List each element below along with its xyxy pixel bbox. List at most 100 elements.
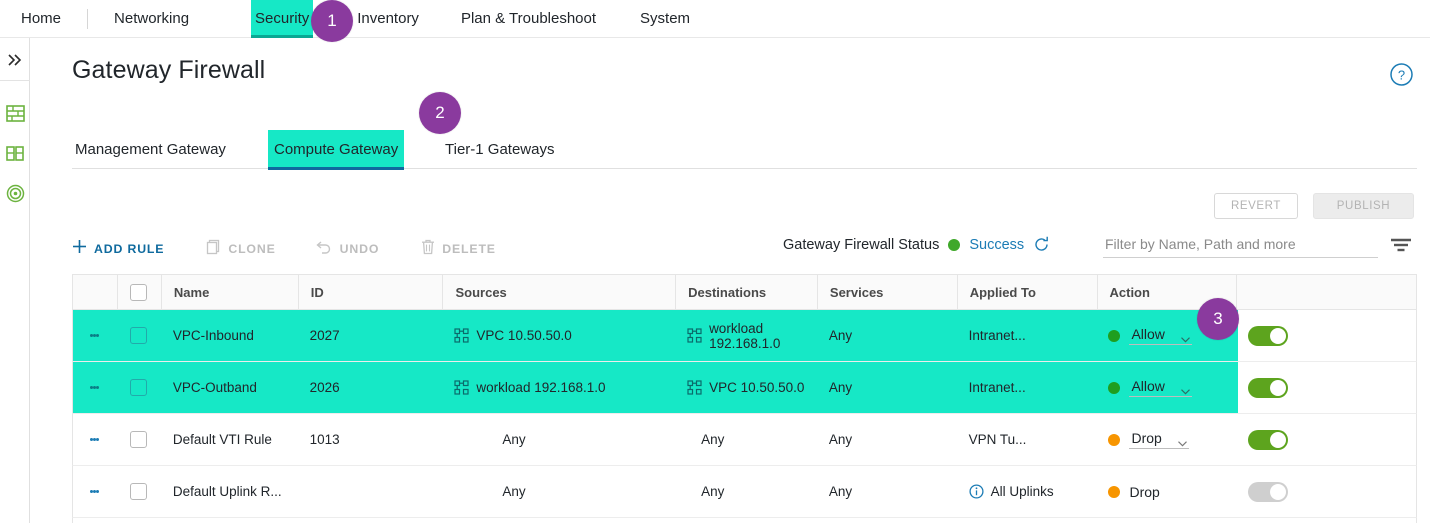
nav-item-home[interactable]: Home xyxy=(21,0,61,38)
publish-button[interactable]: PUBLISH xyxy=(1313,193,1414,219)
action-dot xyxy=(1108,381,1121,394)
nav-divider xyxy=(87,8,89,29)
rule-enable-toggle[interactable] xyxy=(1248,377,1289,398)
tab-compute-gateway[interactable]: Compute Gateway xyxy=(268,130,405,170)
top-navigation-bar: Home Networking Security Inventory Plan … xyxy=(0,0,1430,38)
header-sources[interactable]: Sources xyxy=(442,274,675,310)
firewall-icon[interactable] xyxy=(0,100,30,126)
cell-id xyxy=(298,466,443,518)
tab-management-gateway[interactable]: Management Gateway xyxy=(72,130,229,169)
left-icon-rail xyxy=(0,38,30,523)
cell-action: Drop xyxy=(1096,414,1236,466)
cell-destinations-label: workload 192.168.1.0 xyxy=(709,320,781,351)
tab-tier1-gateways[interactable]: Tier-1 Gateways xyxy=(442,130,557,169)
nav-item-label: Inventory xyxy=(357,10,419,27)
nav-item-security[interactable]: Security xyxy=(251,0,314,38)
status-value: Success xyxy=(969,236,1025,253)
cell-destinations: workload 192.168.1.0 xyxy=(675,310,817,362)
target-icon[interactable] xyxy=(0,180,30,206)
refresh-icon[interactable] xyxy=(1033,236,1050,253)
undo-arrow-icon xyxy=(316,239,333,259)
select-all-checkbox[interactable] xyxy=(129,283,147,301)
cell-name: Default VTI Rule xyxy=(172,432,272,447)
group-icon xyxy=(687,328,702,343)
clone-button[interactable]: CLONE xyxy=(206,239,275,260)
rule-enable-toggle[interactable] xyxy=(1248,325,1289,346)
help-circle-icon[interactable]: ? xyxy=(1389,62,1414,87)
row-checkbox[interactable] xyxy=(130,483,148,500)
add-rule-button[interactable]: ADD RULE xyxy=(72,239,164,259)
row-select-cell[interactable] xyxy=(117,310,161,362)
cell-services: Any xyxy=(828,432,853,447)
cell-sources-label: workload 192.168.1.0 xyxy=(476,380,606,395)
cell-sources: Any xyxy=(442,414,675,466)
cell-services: Any xyxy=(828,328,853,343)
nav-item-plan-troubleshoot[interactable]: Plan & Troubleshoot xyxy=(461,0,596,38)
cell-enable-toggle xyxy=(1236,310,1416,362)
nav-item-inventory[interactable]: Inventory xyxy=(357,0,419,38)
row-menu-icon[interactable] xyxy=(73,414,117,466)
status-dot xyxy=(948,238,961,251)
cell-action: Drop xyxy=(1096,466,1236,518)
header-toggle-spacer xyxy=(1236,274,1416,310)
nav-item-networking[interactable]: Networking xyxy=(114,0,189,38)
revert-label: REVERT xyxy=(1230,200,1282,212)
row-checkbox[interactable] xyxy=(130,327,148,344)
header-name[interactable]: Name xyxy=(160,274,298,310)
cell-sources: VPC 10.50.50.0 xyxy=(442,310,675,362)
header-id[interactable]: ID xyxy=(297,274,443,310)
callout-badge-3: 3 xyxy=(1197,298,1239,340)
cell-name: VPC-Inbound xyxy=(172,328,254,343)
cell-services: Any xyxy=(828,484,853,499)
rule-enable-toggle[interactable] xyxy=(1248,481,1289,502)
rule-enable-toggle[interactable] xyxy=(1248,429,1289,450)
nav-item-system[interactable]: System xyxy=(640,0,690,38)
cell-destinations: Any xyxy=(675,466,817,518)
header-destinations[interactable]: Destinations xyxy=(675,274,817,310)
row-menu-icon[interactable] xyxy=(73,310,117,362)
filter-field[interactable] xyxy=(1103,232,1378,258)
cell-action: Allow xyxy=(1096,362,1236,414)
action-dropdown[interactable]: Allow xyxy=(1129,378,1192,397)
chevron-down-icon xyxy=(1181,383,1190,395)
action-dropdown[interactable]: Drop xyxy=(1129,430,1189,449)
row-select-cell[interactable] xyxy=(117,362,161,414)
table-row[interactable]: Default Uplink R... Any Any Any All Upli… xyxy=(72,466,1417,518)
rail-divider xyxy=(0,80,30,81)
publish-label: PUBLISH xyxy=(1336,200,1391,212)
chevron-down-icon xyxy=(1177,435,1187,447)
row-menu-icon[interactable] xyxy=(73,362,117,414)
undo-button[interactable]: UNDO xyxy=(316,239,380,259)
cell-sources-label: Any xyxy=(502,432,526,447)
copy-icon xyxy=(206,239,221,260)
action-dropdown[interactable]: Allow xyxy=(1129,326,1192,345)
nav-item-label: Security xyxy=(255,10,310,27)
table-row[interactable]: Default VTI Rule 1013 Any Any Any VPN Tu… xyxy=(72,414,1417,466)
tab-label: Tier-1 Gateways xyxy=(445,141,555,158)
action-label: Allow xyxy=(1131,378,1165,394)
cell-destinations-label: VPC 10.50.50.0 xyxy=(709,380,805,395)
nav-item-label: Home xyxy=(21,10,62,27)
double-chevron-right-icon[interactable] xyxy=(0,46,30,74)
row-select-cell[interactable] xyxy=(117,466,161,518)
segments-icon[interactable] xyxy=(0,140,30,166)
row-select-cell[interactable] xyxy=(117,414,161,466)
row-checkbox[interactable] xyxy=(130,379,148,396)
header-services[interactable]: Services xyxy=(816,274,957,310)
delete-button[interactable]: DELETE xyxy=(421,239,496,260)
group-icon xyxy=(454,328,470,343)
cell-applied-to-label: All Uplinks xyxy=(990,484,1054,499)
revert-button[interactable]: REVERT xyxy=(1214,193,1298,219)
filter-icon[interactable] xyxy=(1389,236,1413,254)
info-icon[interactable] xyxy=(969,484,984,499)
cell-id: 2027 xyxy=(309,328,340,343)
header-select-all[interactable] xyxy=(116,274,161,310)
header-applied-to[interactable]: Applied To xyxy=(956,274,1097,310)
cell-sources-label: VPC 10.50.50.0 xyxy=(476,328,572,343)
row-menu-icon[interactable] xyxy=(73,466,117,518)
table-footer xyxy=(72,518,1417,523)
action-dot xyxy=(1108,485,1121,498)
table-row[interactable]: VPC-Outband 2026 workload 192.168.1.0 VP… xyxy=(72,362,1417,414)
filter-input[interactable] xyxy=(1103,232,1378,256)
row-checkbox[interactable] xyxy=(130,431,148,448)
